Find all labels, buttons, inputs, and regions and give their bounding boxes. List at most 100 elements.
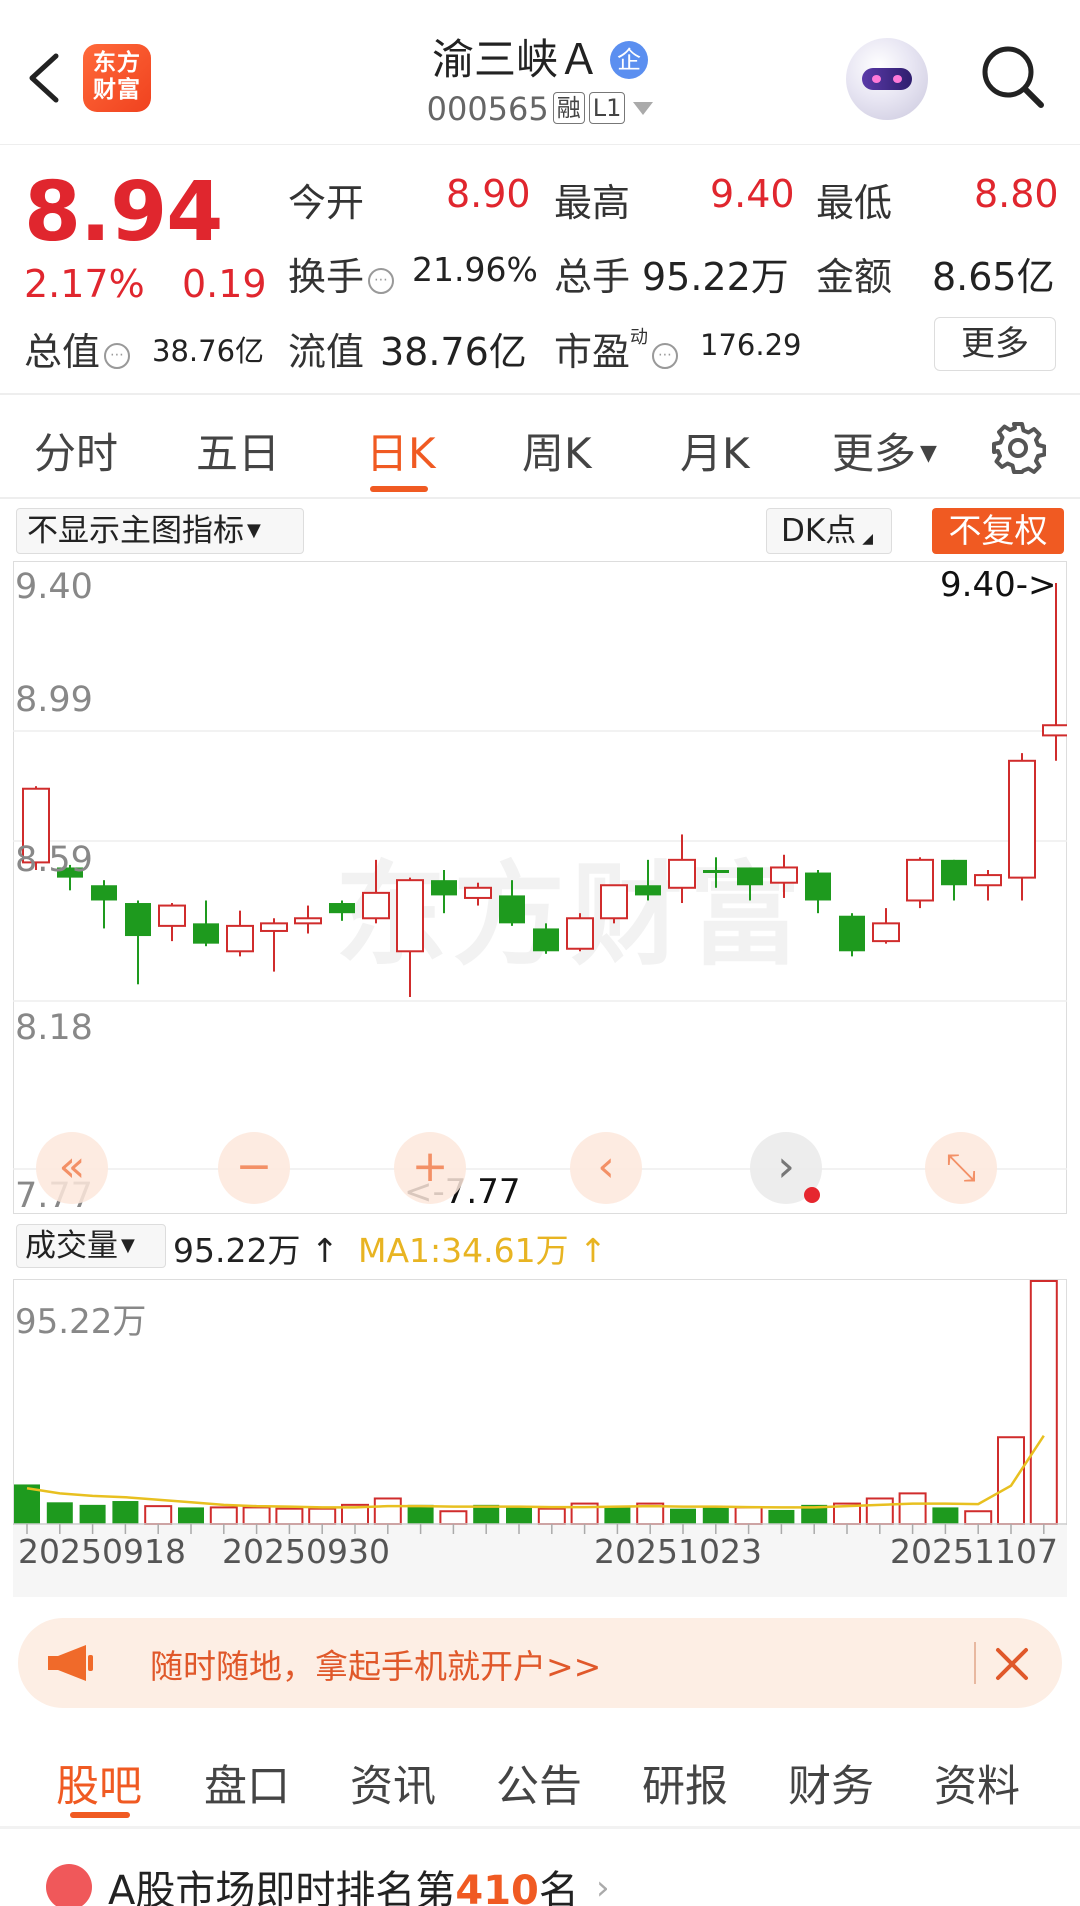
volume-ma1-line — [26, 1434, 1045, 1509]
candle-body — [193, 923, 219, 944]
volume-bar — [670, 1508, 696, 1524]
market-rank-text[interactable]: A股市场即时排名第410名 — [108, 1858, 579, 1906]
change-percent: 2.17% — [24, 262, 145, 306]
tab-financials[interactable]: 财务 — [788, 1752, 874, 1814]
candle-body — [1008, 759, 1036, 879]
candle-body — [839, 915, 865, 952]
volume-value: 95.22万 — [642, 255, 789, 299]
mktcap-label: 总值 ⋯ — [24, 321, 131, 376]
amount-label: 金额 — [816, 255, 893, 299]
tab-daily-k[interactable]: 日K — [366, 420, 436, 481]
volume-bar — [997, 1436, 1025, 1525]
tab-guba[interactable]: 股吧 — [56, 1752, 142, 1814]
volume-bar — [79, 1504, 106, 1524]
tab-five-day[interactable]: 五日 — [196, 420, 280, 481]
banner-text[interactable]: 随时随地，拿起手机就开户>> — [150, 1640, 601, 1688]
chevron-right-icon[interactable]: › — [596, 1868, 610, 1906]
y-tick-label: 8.59 — [15, 840, 93, 880]
prev-button[interactable]: ‹ — [570, 1132, 642, 1204]
x-date-label: 20250918 — [18, 1532, 186, 1571]
x-date-label: 20251107 — [890, 1532, 1058, 1571]
divider — [0, 497, 1080, 499]
info-icon[interactable]: ⋯ — [368, 268, 395, 294]
divider — [0, 393, 1080, 395]
candle-body — [91, 885, 117, 901]
volume-bar — [898, 1492, 927, 1525]
candle-body — [260, 922, 288, 932]
info-icon[interactable]: ⋯ — [652, 343, 679, 369]
main-indicator-select[interactable]: 不显示主图指标 ▼ — [16, 508, 304, 554]
volume-bar — [506, 1506, 532, 1524]
zoom-in-button[interactable]: + — [394, 1132, 466, 1204]
zoom-out-button[interactable]: − — [218, 1132, 290, 1204]
volume-bar — [932, 1507, 959, 1524]
change-amount: 0.19 — [182, 262, 267, 306]
volume-bar — [275, 1507, 304, 1526]
volume-bar — [178, 1507, 204, 1524]
volume-bar — [1029, 1280, 1058, 1525]
megaphone-icon — [48, 1645, 93, 1681]
volume-bar — [144, 1505, 173, 1526]
candle-body — [770, 866, 798, 884]
gear-icon[interactable] — [990, 420, 1046, 476]
candle-body — [566, 917, 594, 950]
max-price-marker: 9.40-> — [940, 565, 1057, 605]
candle-body — [737, 867, 763, 886]
volume-bar — [46, 1502, 73, 1524]
x-date-label: 20251023 — [594, 1532, 762, 1571]
float-label: 流值 — [288, 330, 365, 374]
high-value: 9.40 — [710, 172, 795, 216]
open-label: 今开 — [288, 181, 365, 225]
candle-body — [635, 885, 661, 896]
fullscreen-button[interactable]: ⤡ — [925, 1132, 997, 1204]
candle-body — [226, 924, 254, 953]
adjust-button[interactable]: 不复权 — [932, 508, 1064, 554]
volume-bar — [242, 1506, 271, 1525]
last-price: 8.94 — [24, 165, 223, 260]
candle-body — [499, 895, 525, 924]
tab-announcements[interactable]: 公告 — [496, 1752, 582, 1814]
stock-name: 渝三峡Ａ — [431, 35, 600, 84]
search-icon[interactable] — [978, 42, 1046, 110]
candle-body — [158, 904, 186, 927]
fast-back-button[interactable]: « — [36, 1132, 108, 1204]
volume-bar — [768, 1509, 795, 1524]
tab-more[interactable]: 更多 ▼ — [832, 420, 937, 481]
notification-dot — [804, 1187, 820, 1203]
tab-weekly-k[interactable]: 周K — [522, 420, 592, 481]
dropdown-triangle-icon — [633, 102, 654, 115]
tab-research[interactable]: 研报 — [642, 1752, 728, 1814]
volume-max-label: 95.22万 — [15, 1302, 147, 1342]
candle-body — [533, 928, 559, 952]
candle-body — [703, 870, 729, 874]
candle-body — [125, 903, 151, 937]
pe-value: 176.29 — [700, 328, 802, 362]
candle-body — [329, 903, 355, 914]
tab-profile[interactable]: 资料 — [934, 1752, 1020, 1814]
divider — [0, 1826, 1080, 1829]
margin-tag: 融 — [552, 92, 585, 124]
amount-value: 8.65亿 — [932, 255, 1055, 299]
assistant-robot-icon[interactable] — [846, 38, 928, 120]
volume-bar — [964, 1510, 993, 1526]
volume-bar — [373, 1497, 402, 1525]
volume-current: 95.22万 ↑ — [173, 1231, 339, 1270]
volume-indicator-select[interactable]: 成交量 ▼ — [16, 1224, 166, 1268]
low-label: 最低 — [816, 181, 893, 225]
turnover-value: 21.96% — [412, 250, 538, 289]
volume-bar — [112, 1501, 139, 1524]
close-icon[interactable] — [988, 1640, 1036, 1688]
candle-body — [396, 879, 424, 953]
volume-bar — [734, 1506, 763, 1525]
y-tick-label: 9.40 — [15, 567, 93, 607]
kline-chart[interactable] — [13, 561, 1067, 1214]
info-icon[interactable]: ⋯ — [104, 343, 131, 369]
volume-bar — [702, 1507, 729, 1524]
tab-news[interactable]: 资讯 — [350, 1752, 436, 1814]
tab-intraday[interactable]: 分时 — [34, 420, 118, 481]
dk-point-button[interactable]: DK点 ◢ — [766, 508, 892, 554]
level-tag: L1 — [588, 92, 626, 124]
tab-order-book[interactable]: 盘口 — [204, 1752, 290, 1814]
tab-monthly-k[interactable]: 月K — [680, 420, 750, 481]
more-quote-button[interactable]: 更多 — [934, 317, 1056, 371]
